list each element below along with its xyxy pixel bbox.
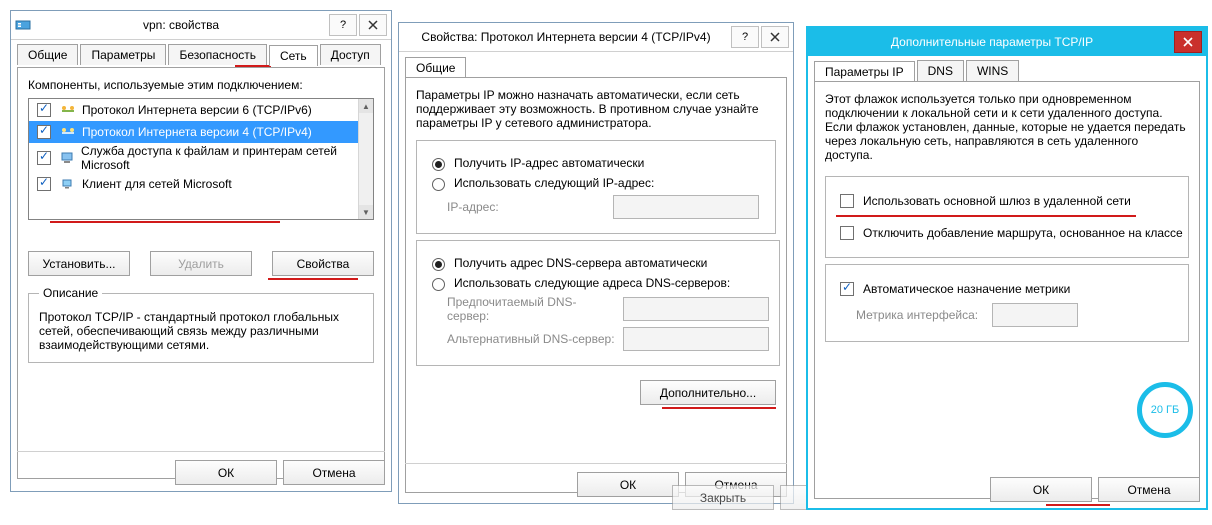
close-button[interactable] (1174, 31, 1202, 53)
install-button[interactable]: Установить... (28, 251, 130, 276)
radio-ip-manual[interactable] (432, 178, 445, 191)
description-body: Протокол TCP/IP - стандартный протокол г… (39, 310, 363, 352)
tab-ip-settings[interactable]: Параметры IP (814, 61, 915, 82)
list-item-label: Клиент для сетей Microsoft (82, 177, 232, 191)
intro-text: Этот флажок используется только при одно… (825, 92, 1189, 162)
checkbox-fileprint[interactable] (37, 151, 51, 165)
tab-security[interactable]: Безопасность (168, 44, 267, 65)
tab-dns[interactable]: DNS (917, 60, 964, 81)
checkbox-default-gateway-label: Использовать основной шлюз в удаленной с… (863, 194, 1131, 208)
list-item-label: Протокол Интернета версии 4 (TCP/IPv4) (82, 125, 312, 139)
service-icon (60, 150, 75, 166)
protocol-icon (60, 102, 76, 118)
checkbox-default-gateway[interactable] (840, 194, 854, 208)
help-button[interactable]: ? (731, 26, 759, 48)
list-item-selected[interactable]: Протокол Интернета версии 4 (TCP/IPv4) (29, 121, 373, 143)
window-vpn-properties: vpn: свойства ? Общие Параметры Безопасн… (10, 10, 392, 492)
ghost-close-button[interactable]: Закрыть (672, 485, 774, 510)
red-underline-gateway (836, 215, 1136, 217)
checkbox-disable-classroute-label: Отключить добавление маршрута, основанно… (863, 226, 1183, 240)
titlebar: vpn: свойства ? (11, 11, 391, 40)
window-title: vpn: свойства (35, 18, 327, 32)
checkbox-client[interactable] (37, 177, 51, 191)
titlebar: Дополнительные параметры TCP/IP (808, 28, 1206, 56)
tab-network[interactable]: Сеть (269, 45, 318, 66)
client-icon (60, 176, 76, 192)
red-underline-ipv4 (50, 221, 280, 223)
radio-ip-auto[interactable] (432, 158, 445, 171)
metric-label: Метрика интерфейса: (856, 308, 986, 322)
uninstall-button[interactable]: Удалить (150, 251, 252, 276)
tab-panel-network: Компоненты, используемые этим подключени… (17, 67, 385, 479)
list-item[interactable]: Клиент для сетей Microsoft (29, 173, 373, 195)
window-advanced-tcpip: Дополнительные параметры TCP/IP Параметр… (806, 26, 1208, 510)
radio-ip-manual-label: Использовать следующий IP-адрес: (454, 176, 654, 190)
dns-pref-field (623, 297, 769, 321)
ok-button[interactable]: ОК (577, 472, 679, 497)
cancel-button[interactable]: Отмена (283, 460, 385, 485)
components-label: Компоненты, используемые этим подключени… (28, 78, 374, 92)
tab-wins[interactable]: WINS (966, 60, 1019, 81)
radio-dns-auto-label: Получить адрес DNS-сервера автоматически (454, 256, 707, 270)
scrollbar[interactable]: ▲▼ (358, 99, 373, 219)
footer: ОК Отмена (814, 469, 1200, 502)
properties-button[interactable]: Свойства (272, 251, 374, 276)
dns-alt-field (623, 327, 769, 351)
window-title: Свойства: Протокол Интернета версии 4 (T… (403, 30, 729, 44)
tabs: Параметры IP DNS WINS (808, 56, 1206, 81)
tab-params[interactable]: Параметры (80, 44, 166, 65)
cancel-button[interactable]: Отмена (1098, 477, 1200, 502)
close-button[interactable] (359, 14, 387, 36)
ip-addr-field (613, 195, 759, 219)
list-item[interactable]: Протокол Интернета версии 6 (TCP/IPv6) (29, 99, 373, 121)
checkbox-ipv6[interactable] (37, 103, 51, 117)
close-button[interactable] (761, 26, 789, 48)
checkbox-auto-metric-label: Автоматическое назначение метрики (863, 282, 1070, 296)
network-icon (15, 17, 31, 33)
red-underline-properties (268, 278, 358, 280)
ip-addr-label: IP-адрес: (447, 200, 607, 214)
radio-dns-auto[interactable] (432, 258, 445, 271)
dns-alt-label: Альтернативный DNS-сервер: (447, 332, 617, 346)
titlebar: Свойства: Протокол Интернета версии 4 (T… (399, 23, 793, 52)
list-item-label: Служба доступа к файлам и принтерам сете… (81, 144, 369, 172)
list-item-label: Протокол Интернета версии 6 (TCP/IPv6) (82, 103, 312, 117)
tab-general[interactable]: Общие (405, 57, 466, 78)
checkbox-ipv4[interactable] (37, 125, 51, 139)
radio-dns-manual-label: Использовать следующие адреса DNS-сервер… (454, 276, 730, 290)
description-title: Описание (39, 286, 102, 300)
help-button[interactable]: ? (329, 14, 357, 36)
storage-badge: 20 ГБ (1137, 382, 1193, 438)
tab-access[interactable]: Доступ (320, 44, 381, 65)
dns-pref-label: Предпочитаемый DNS-сервер: (447, 295, 617, 323)
components-listbox[interactable]: Протокол Интернета версии 6 (TCP/IPv6) П… (28, 98, 374, 220)
footer: ОК Отмена (17, 451, 385, 485)
tab-general[interactable]: Общие (17, 44, 78, 65)
radio-ip-auto-label: Получить IP-адрес автоматически (454, 156, 644, 170)
red-underline-ok (1046, 504, 1110, 506)
tabs: Общие (399, 52, 793, 77)
checkbox-disable-classroute[interactable] (840, 226, 854, 240)
ok-button[interactable]: ОК (990, 477, 1092, 502)
advanced-button[interactable]: Дополнительно... (640, 380, 776, 405)
intro-text: Параметры IP можно назначать автоматичес… (416, 88, 776, 130)
protocol-icon (60, 124, 76, 140)
red-underline-advanced (662, 407, 776, 409)
tabs: Общие Параметры Безопасность Сеть Доступ (11, 40, 391, 65)
ok-button[interactable]: ОК (175, 460, 277, 485)
metric-field (992, 303, 1078, 327)
checkbox-auto-metric[interactable] (840, 282, 854, 296)
radio-dns-manual[interactable] (432, 278, 445, 291)
tab-panel-general: Параметры IP можно назначать автоматичес… (405, 77, 787, 493)
list-item[interactable]: Служба доступа к файлам и принтерам сете… (29, 143, 373, 173)
tab-panel-ip-settings: Этот флажок используется только при одно… (814, 81, 1200, 499)
window-ipv4-properties: Свойства: Протокол Интернета версии 4 (T… (398, 22, 794, 504)
window-title: Дополнительные параметры TCP/IP (812, 35, 1172, 49)
